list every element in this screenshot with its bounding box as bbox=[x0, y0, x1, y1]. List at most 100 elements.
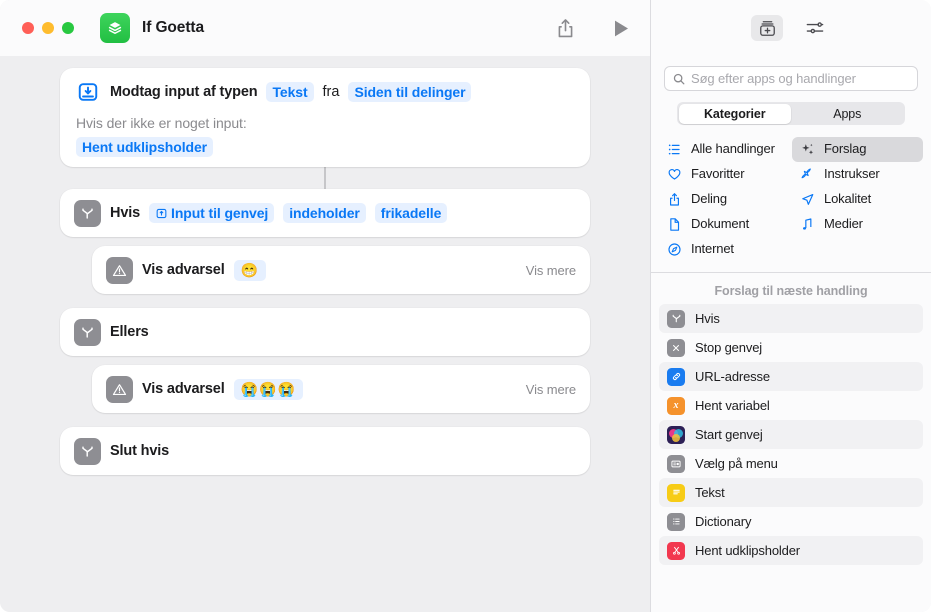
safari-compass-icon bbox=[666, 241, 683, 258]
stop-icon bbox=[667, 338, 685, 357]
library-toolbar bbox=[651, 0, 931, 56]
search-input[interactable]: Søg efter apps og handlinger bbox=[664, 66, 918, 91]
show-more-button[interactable]: Vis mere bbox=[526, 263, 576, 278]
list-item-label: Hvis bbox=[695, 311, 720, 326]
token-alert-message[interactable]: 😁 bbox=[233, 259, 267, 281]
list-bullet-icon bbox=[666, 141, 683, 158]
token-value[interactable]: frikadelle bbox=[374, 203, 448, 223]
action-show-alert-else[interactable]: Vis advarsel 😭😭😭 Vis mere bbox=[92, 365, 590, 413]
variable-icon: x bbox=[667, 396, 685, 415]
category-dokument[interactable]: Dokument bbox=[659, 212, 790, 237]
document-icon bbox=[666, 216, 683, 233]
close-button[interactable] bbox=[22, 22, 34, 34]
action-end-if[interactable]: Slut hvis bbox=[60, 427, 590, 475]
zoom-button[interactable] bbox=[62, 22, 74, 34]
category-label: Forslag bbox=[824, 141, 867, 157]
show-more-button[interactable]: Vis mere bbox=[526, 382, 576, 397]
sliders-icon[interactable] bbox=[799, 15, 831, 41]
if-icon bbox=[74, 437, 101, 465]
list-item[interactable]: Hvis bbox=[659, 304, 923, 333]
link-icon bbox=[667, 367, 685, 386]
list-item[interactable]: Hent udklipsholder bbox=[659, 536, 923, 565]
alert-icon bbox=[106, 256, 133, 284]
list-item[interactable]: Start genvej bbox=[659, 420, 923, 449]
category-label: Deling bbox=[691, 191, 727, 207]
if-icon bbox=[74, 318, 101, 346]
list-item-label: Hent variabel bbox=[695, 398, 770, 413]
if-icon bbox=[667, 309, 685, 328]
category-forslag[interactable]: Forslag bbox=[792, 137, 923, 162]
token-variable[interactable]: Input til genvej bbox=[149, 203, 275, 223]
tab-kategorier[interactable]: Kategorier bbox=[678, 103, 791, 124]
shortcuts-window: If Goetta Modtag input af typen Tekst fr… bbox=[0, 0, 931, 612]
category-instrukser[interactable]: Instrukser bbox=[792, 162, 923, 187]
page-title: If Goetta bbox=[142, 19, 204, 36]
category-label: Internet bbox=[691, 241, 734, 257]
shortcuts-icon bbox=[100, 13, 130, 43]
category-label: Medier bbox=[824, 216, 863, 232]
category-label: Alle handlinger bbox=[691, 141, 775, 157]
category-internet[interactable]: Internet bbox=[659, 237, 790, 262]
action-receive-input[interactable]: Modtag input af typen Tekst fra Siden ti… bbox=[60, 68, 590, 167]
action-label: Modtag input af typen bbox=[110, 84, 258, 100]
suggestions-list: Hvis Stop genvej URL-adresse x Hent vari… bbox=[651, 304, 931, 565]
category-label: Dokument bbox=[691, 216, 750, 232]
action-label: Ellers bbox=[110, 324, 149, 340]
run-play-icon[interactable] bbox=[608, 15, 634, 41]
list-item[interactable]: Vælg på menu bbox=[659, 449, 923, 478]
heart-icon bbox=[666, 166, 683, 183]
token-input-source[interactable]: Siden til delinger bbox=[348, 82, 472, 102]
action-label: Slut hvis bbox=[110, 443, 170, 459]
shortcuts-app-icon bbox=[667, 425, 685, 444]
window-titlebar: If Goetta bbox=[0, 0, 650, 56]
flow-connector bbox=[324, 167, 326, 189]
text-icon bbox=[667, 483, 685, 502]
alert-icon bbox=[106, 375, 133, 403]
scripting-icon bbox=[799, 166, 816, 183]
receive-input-icon bbox=[74, 79, 101, 106]
list-item-label: Dictionary bbox=[695, 514, 752, 529]
list-item[interactable]: Dictionary bbox=[659, 507, 923, 536]
token-condition[interactable]: indeholder bbox=[283, 203, 366, 223]
list-item-label: Stop genvej bbox=[695, 340, 763, 355]
list-item[interactable]: Stop genvej bbox=[659, 333, 923, 362]
library-search-area: Søg efter apps og handlinger Kategorier … bbox=[651, 56, 931, 125]
action-library-pane: Søg efter apps og handlinger Kategorier … bbox=[650, 0, 931, 612]
list-item[interactable]: x Hent variabel bbox=[659, 391, 923, 420]
share-icon[interactable] bbox=[552, 15, 578, 41]
category-lokalitet[interactable]: Lokalitet bbox=[792, 187, 923, 212]
sparkles-icon bbox=[799, 141, 816, 158]
token-input-type[interactable]: Tekst bbox=[266, 82, 314, 102]
category-grid: Alle handlinger Forslag Favoritter Instr… bbox=[651, 125, 931, 273]
list-item-label: Hent udklipsholder bbox=[695, 543, 800, 558]
action-library-icon[interactable] bbox=[751, 15, 783, 41]
minimize-button[interactable] bbox=[42, 22, 54, 34]
action-otherwise[interactable]: Ellers bbox=[60, 308, 590, 356]
library-segmented-control[interactable]: Kategorier Apps bbox=[677, 102, 905, 125]
category-label: Lokalitet bbox=[824, 191, 872, 207]
category-label: Favoritter bbox=[691, 166, 745, 182]
category-deling[interactable]: Deling bbox=[659, 187, 790, 212]
traffic-light-buttons[interactable] bbox=[22, 22, 74, 34]
category-label: Instrukser bbox=[824, 166, 880, 182]
action-label: Vis advarsel bbox=[142, 262, 225, 278]
list-item-label: Vælg på menu bbox=[695, 456, 778, 471]
list-item[interactable]: URL-adresse bbox=[659, 362, 923, 391]
category-alle-handlinger[interactable]: Alle handlinger bbox=[659, 137, 790, 162]
action-show-alert-if[interactable]: Vis advarsel 😁 Vis mere bbox=[92, 246, 590, 294]
editor-pane: If Goetta Modtag input af typen Tekst fr… bbox=[0, 0, 650, 612]
tab-apps[interactable]: Apps bbox=[791, 104, 904, 124]
category-favoritter[interactable]: Favoritter bbox=[659, 162, 790, 187]
list-item-label: Tekst bbox=[695, 485, 725, 500]
input-token-icon bbox=[156, 208, 167, 218]
search-placeholder: Søg efter apps og handlinger bbox=[691, 71, 856, 86]
action-label: Hvis bbox=[110, 205, 141, 221]
action-label: Vis advarsel bbox=[142, 381, 225, 397]
action-if[interactable]: Hvis Input til genvej indeholder frikade… bbox=[60, 189, 590, 237]
token-no-input-action[interactable]: Hent udklipsholder bbox=[76, 137, 213, 157]
list-item[interactable]: Tekst bbox=[659, 478, 923, 507]
category-medier[interactable]: Medier bbox=[792, 212, 923, 237]
share-icon bbox=[666, 191, 683, 208]
token-alert-message[interactable]: 😭😭😭 bbox=[233, 378, 303, 400]
if-icon bbox=[74, 199, 101, 227]
